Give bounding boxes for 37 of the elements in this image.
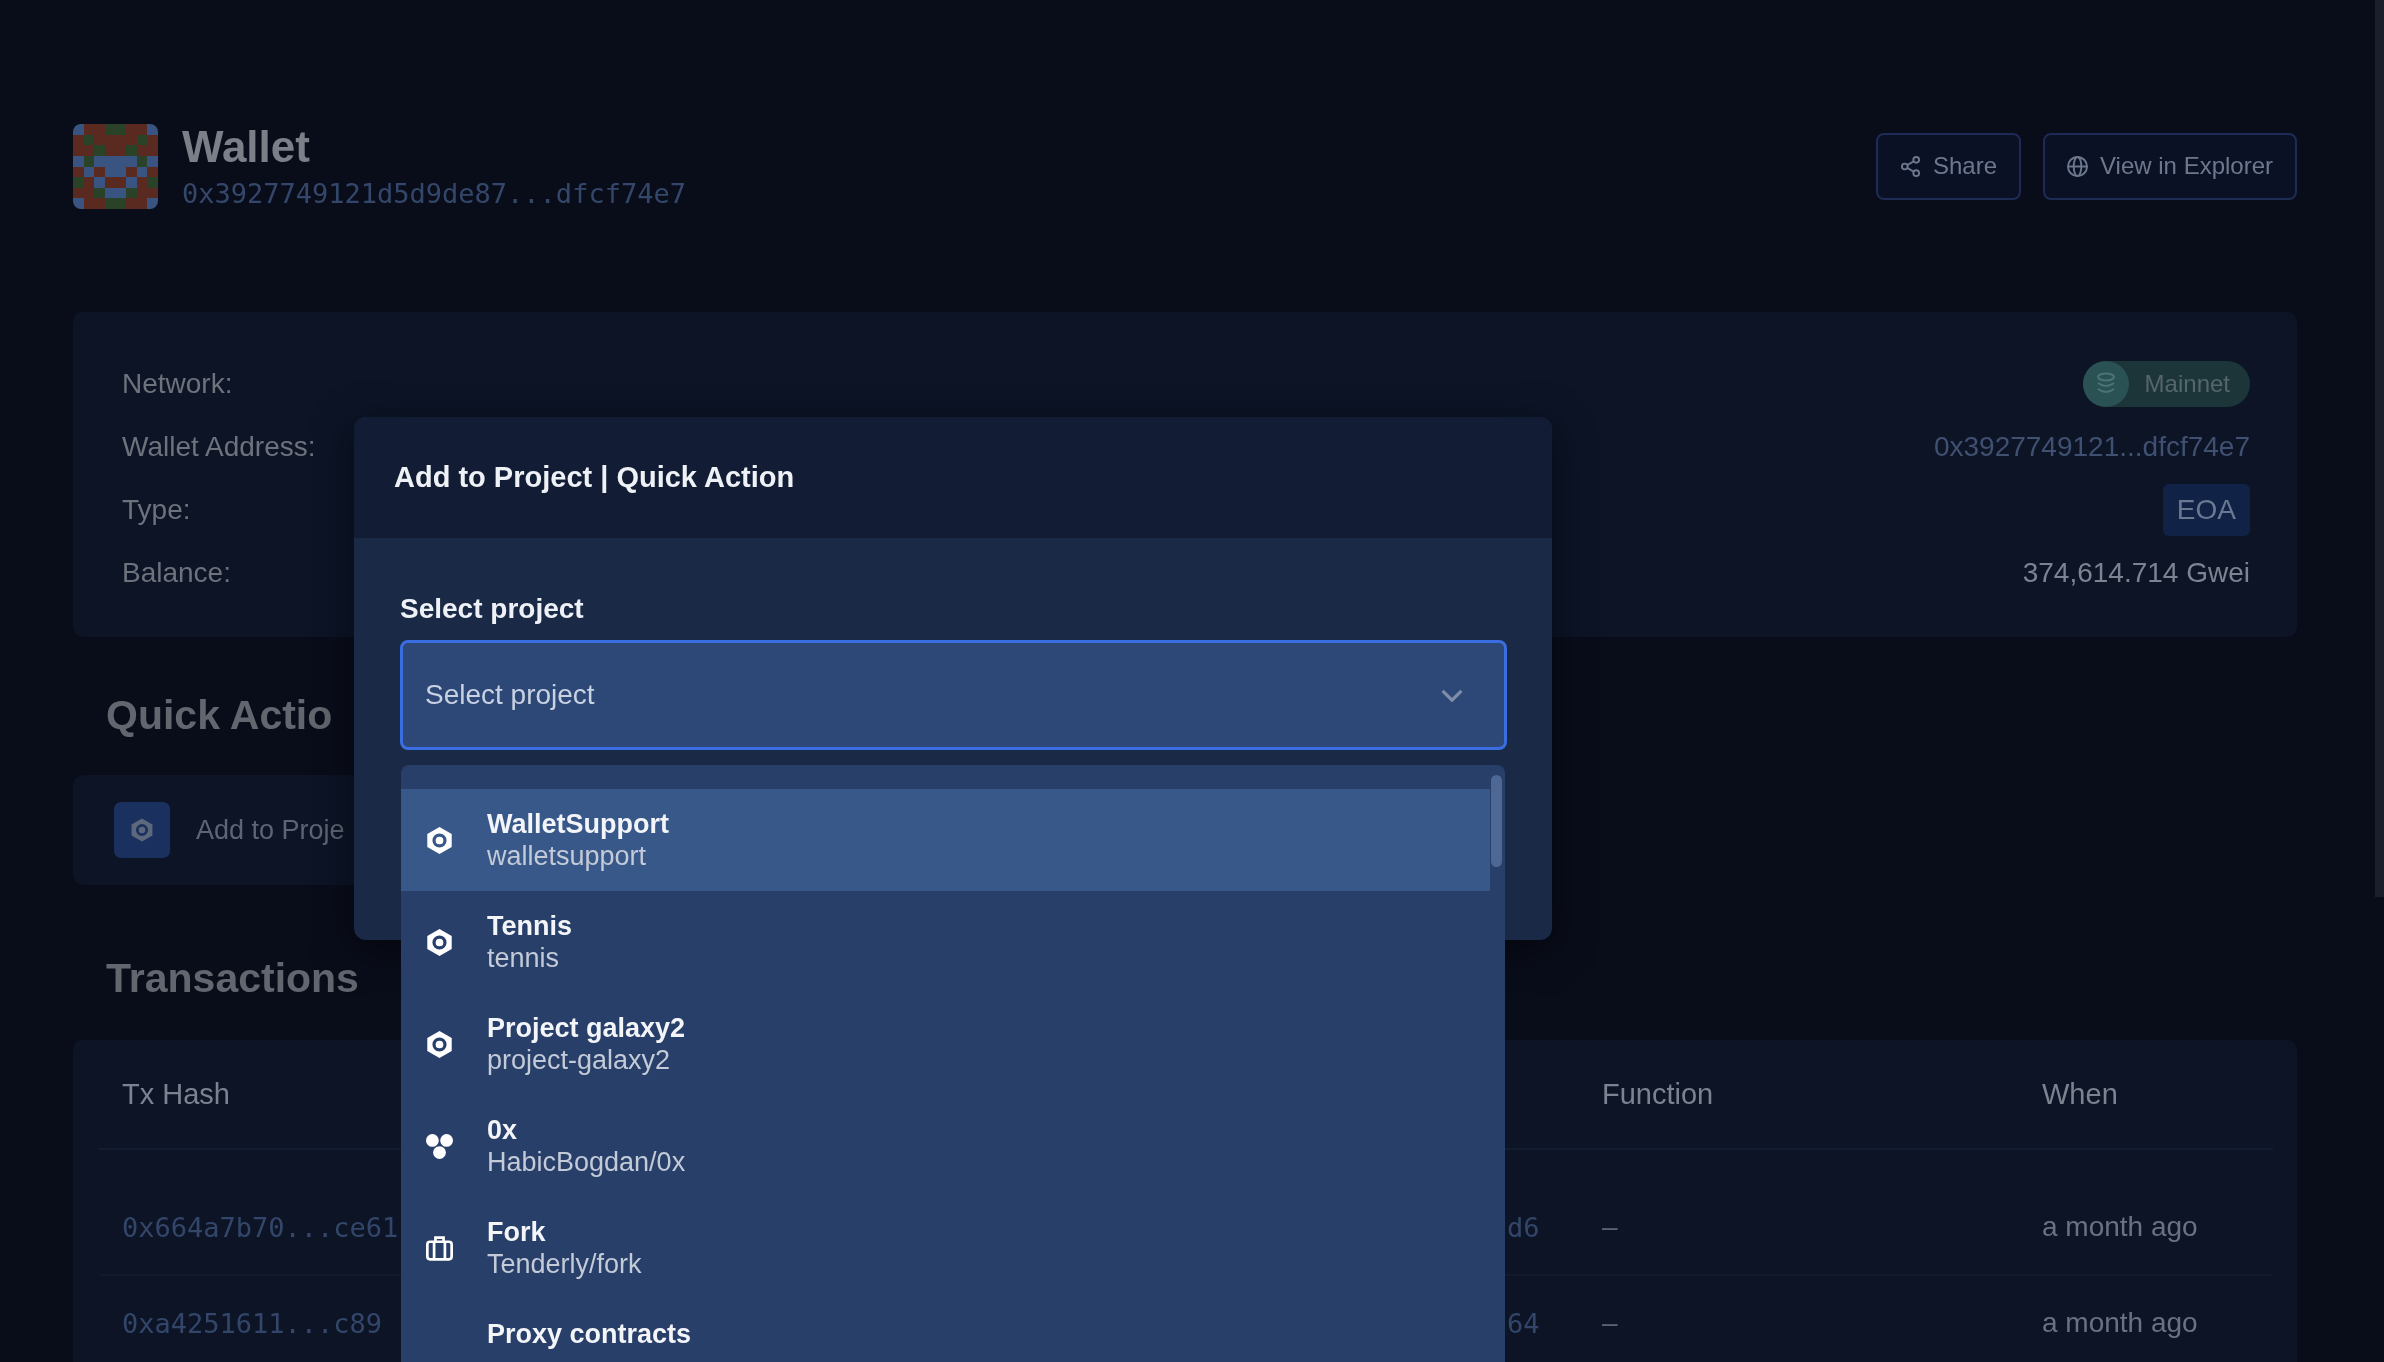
function-cell: –	[1602, 1211, 1618, 1243]
column-header: Tx Hash	[122, 1077, 230, 1111]
field-label: Network:	[122, 367, 233, 400]
option-name: WalletSupport	[487, 808, 669, 840]
option-slug: walletsupport	[487, 840, 647, 872]
option-name: 0x	[487, 1114, 518, 1146]
option-slug: Tenderly/fork	[487, 1248, 642, 1280]
dialog-title: Add to Project | Quick Action	[354, 417, 1552, 538]
column-header: Function	[1602, 1077, 1714, 1111]
section-heading: Transactions	[106, 954, 359, 1003]
field-label: Wallet Address:	[122, 430, 316, 463]
wallet-title: Wallet	[182, 121, 310, 173]
option-slug: HabicBogdan/0x	[487, 1146, 686, 1178]
type-tag: EOA	[2162, 483, 2250, 536]
field-label: Balance:	[122, 556, 231, 589]
tx-hash-cell: 0x664a7b70...ce61	[122, 1211, 399, 1243]
option-name: Proxy contracts	[487, 1318, 692, 1350]
detail-value: 374,614.714 Gwei	[2022, 556, 2250, 589]
field-label: Select project	[400, 593, 584, 625]
field-label: Type:	[122, 493, 191, 526]
time-cell: a month ago	[2042, 1211, 2198, 1243]
table-cell: 64	[1507, 1307, 1540, 1339]
option-name: Tennis	[487, 910, 572, 942]
option-slug: tennis	[487, 942, 560, 974]
time-cell: a month ago	[2042, 1307, 2198, 1339]
function-cell: –	[1602, 1307, 1618, 1339]
table-cell: d6	[1507, 1211, 1540, 1243]
option-slug: project-galaxy2	[487, 1044, 671, 1076]
column-header: When	[2042, 1077, 2118, 1111]
network-name: Mainnet	[2144, 369, 2230, 398]
option-name: Project galaxy2	[487, 1012, 686, 1044]
section-heading: Quick Actio	[106, 691, 333, 740]
quick-action-label: Add to Proje	[196, 814, 345, 846]
tx-hash-cell: 0xa4251611...c89	[122, 1307, 383, 1339]
address-value: 0x3927749121...dfcf74e7	[1933, 430, 2250, 463]
option-name: Fork	[487, 1216, 546, 1248]
wallet-address: 0x3927749121d5d9de87...dfcf74e7	[182, 177, 686, 211]
